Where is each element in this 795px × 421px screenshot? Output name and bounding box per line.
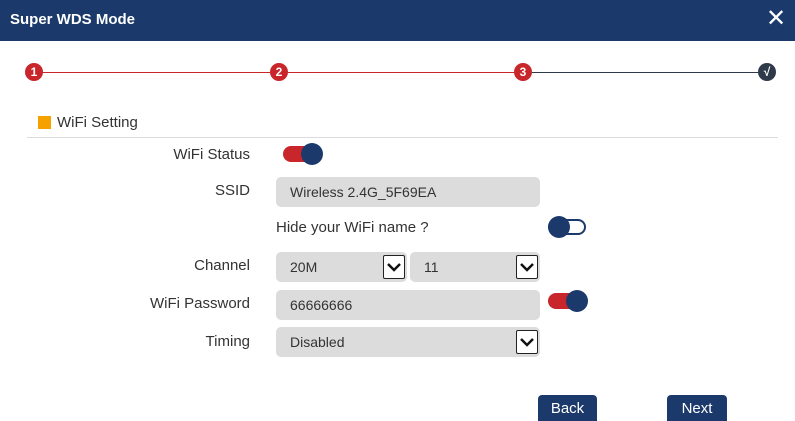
channel-value: 11 xyxy=(424,259,439,275)
ssid-input[interactable]: Wireless 2.4G_5F69EA xyxy=(276,177,540,207)
dialog-titlebar: Super WDS Mode ✕ xyxy=(0,0,795,41)
password-visibility-toggle[interactable] xyxy=(548,290,588,312)
bandwidth-select[interactable]: 20M xyxy=(276,252,407,282)
section-title: WiFi Setting xyxy=(57,113,138,131)
next-button[interactable]: Next xyxy=(667,395,727,421)
timing-label: Timing xyxy=(205,333,250,350)
hide-ssid-toggle[interactable] xyxy=(548,216,588,238)
step-connector xyxy=(288,72,514,73)
toggle-knob xyxy=(566,290,588,312)
step-connector xyxy=(40,72,270,73)
section-marker-icon xyxy=(38,115,51,129)
step-connector xyxy=(532,72,758,73)
timing-select[interactable]: Disabled xyxy=(276,327,540,357)
wifi-password-label: WiFi Password xyxy=(149,295,250,312)
ssid-label: SSID xyxy=(214,182,250,199)
bandwidth-value: 20M xyxy=(290,259,318,275)
dialog-title: Super WDS Mode xyxy=(10,11,136,28)
step-2: 2 xyxy=(270,63,288,81)
divider xyxy=(27,137,778,138)
toggle-knob xyxy=(301,143,323,165)
section-header: WiFi Setting xyxy=(38,113,138,131)
wifi-password-input[interactable]: 66666666 xyxy=(276,290,540,320)
close-icon[interactable]: ✕ xyxy=(763,4,789,34)
step-4-finish: √ xyxy=(758,63,776,81)
wifi-status-toggle[interactable] xyxy=(283,143,323,165)
channel-select[interactable]: 11 xyxy=(410,252,540,282)
chevron-down-icon[interactable] xyxy=(516,255,538,279)
channel-label: Channel xyxy=(194,257,250,274)
back-button[interactable]: Back xyxy=(538,395,597,421)
chevron-down-icon[interactable] xyxy=(383,255,405,279)
hide-ssid-label: Hide your WiFi name ? xyxy=(276,219,429,236)
step-1: 1 xyxy=(25,63,43,81)
step-3: 3 xyxy=(514,63,532,81)
timing-value: Disabled xyxy=(290,334,345,350)
toggle-knob xyxy=(548,216,570,238)
chevron-down-icon[interactable] xyxy=(516,330,538,354)
wifi-status-label: WiFi Status xyxy=(173,146,250,163)
